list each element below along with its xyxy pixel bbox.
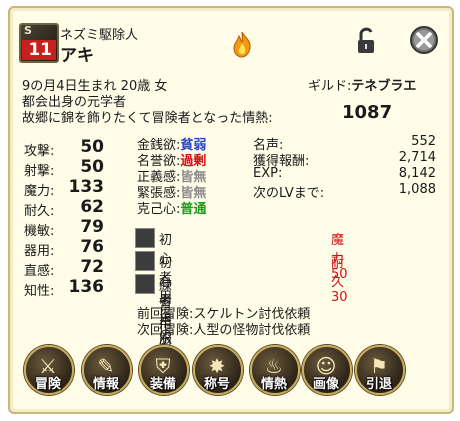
trait-label: 克己心: bbox=[137, 202, 181, 217]
character-name: アキ bbox=[60, 46, 94, 66]
record-row: 次のLVまで: 1,088 bbox=[253, 182, 436, 201]
adventure-button[interactable]: ⚔ 冒険 bbox=[22, 345, 74, 397]
button-label: 称号 bbox=[203, 377, 230, 392]
info-button[interactable]: ✎ 情報 bbox=[80, 345, 132, 397]
button-label: 画像 bbox=[312, 377, 339, 392]
motive-info: 故郷に錦を飾りたくて冒険者となった情熱: bbox=[22, 111, 273, 126]
button-label: 装備 bbox=[149, 377, 176, 392]
next-quest: 次回冒険:人型の怪物討伐依頼 bbox=[137, 323, 311, 338]
rank-letter: S bbox=[24, 24, 32, 37]
stat-value: 50 bbox=[80, 137, 104, 157]
stat-label: 魔力: bbox=[24, 184, 55, 199]
stat-value: 133 bbox=[68, 177, 105, 197]
passion-value: 1087 bbox=[342, 102, 393, 123]
stat-value: 62 bbox=[80, 197, 104, 217]
stat-value: 136 bbox=[68, 277, 105, 297]
equip-button[interactable]: ⛨ 装備 bbox=[137, 345, 189, 397]
image-button[interactable]: ☺ 画像 bbox=[300, 345, 352, 397]
button-label: 冒険 bbox=[34, 377, 61, 392]
record-label: EXP: bbox=[253, 166, 283, 181]
stat-row: 知性: 136 bbox=[24, 277, 114, 299]
guild-name: テネブラエ bbox=[351, 79, 417, 94]
record-value: 8,142 bbox=[398, 166, 436, 181]
record-value: 1,088 bbox=[398, 182, 436, 197]
guild-label: ギルド: bbox=[308, 79, 352, 94]
unlock-icon[interactable] bbox=[355, 26, 381, 56]
stat-label: 耐久: bbox=[24, 204, 55, 219]
stat-label: 射撃: bbox=[24, 164, 55, 179]
rank-level-badge: S 11 bbox=[19, 23, 59, 63]
button-label: 情熱 bbox=[260, 377, 287, 392]
passion-button[interactable]: ♨ 情熱 bbox=[248, 345, 300, 397]
retire-button[interactable]: ⚑ 引退 bbox=[353, 345, 405, 397]
button-label: 情報 bbox=[92, 377, 119, 392]
close-icon[interactable] bbox=[409, 25, 439, 55]
staff-icon bbox=[135, 228, 155, 248]
level-number: 11 bbox=[22, 40, 56, 60]
stat-label: 直感: bbox=[24, 264, 55, 279]
button-label: 引退 bbox=[365, 377, 392, 392]
equipment-bonus: 耐久30 bbox=[331, 256, 348, 305]
stat-value: 50 bbox=[80, 157, 104, 177]
flame-icon[interactable] bbox=[230, 30, 254, 58]
record-label: 次のLVまで: bbox=[253, 186, 325, 201]
stat-value: 76 bbox=[80, 237, 104, 257]
stat-label: 機敏: bbox=[24, 224, 55, 239]
stat-label: 器用: bbox=[24, 244, 55, 259]
trait-value: 普通 bbox=[180, 202, 207, 217]
record-value: 2,714 bbox=[398, 150, 436, 165]
guild-info: ギルド:テネブラエ bbox=[308, 75, 416, 94]
record-value: 552 bbox=[411, 134, 436, 149]
clothes-icon bbox=[135, 251, 155, 271]
record-row: EXP: 8,142 bbox=[253, 166, 436, 181]
stat-label: 攻撃: bbox=[24, 144, 55, 159]
title-button[interactable]: ✸ 称号 bbox=[191, 345, 243, 397]
stat-value: 79 bbox=[80, 217, 104, 237]
trait-row: 克己心:普通 bbox=[137, 198, 206, 217]
stat-value: 72 bbox=[80, 257, 104, 277]
stat-label: 知性: bbox=[24, 284, 55, 299]
ring-icon bbox=[135, 274, 155, 294]
